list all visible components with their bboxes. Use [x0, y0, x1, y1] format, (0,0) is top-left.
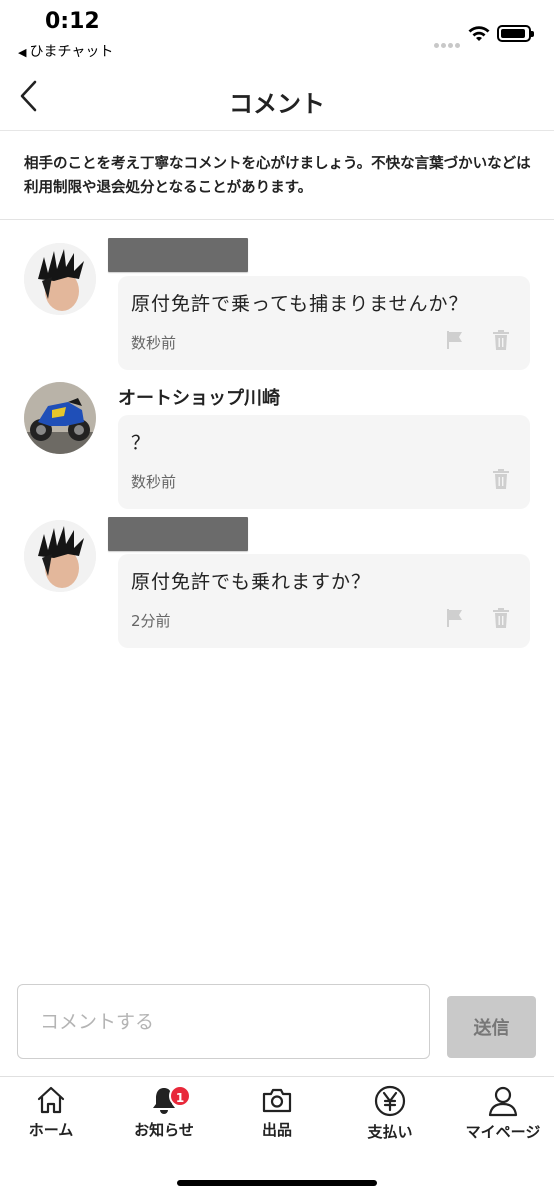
- home-icon: [37, 1086, 65, 1114]
- avatar[interactable]: [24, 520, 96, 592]
- wifi-icon: [468, 26, 490, 41]
- tab-mypage[interactable]: マイページ: [448, 1085, 554, 1145]
- avatar-face-image: [24, 520, 96, 592]
- back-app-label: ひまチャット: [29, 44, 114, 60]
- status-bar: 0:12 ◀ ひまチャット: [0, 0, 554, 64]
- send-button[interactable]: 送信: [447, 996, 536, 1058]
- author-name-redacted: [108, 517, 248, 551]
- header: コメント: [0, 64, 554, 131]
- comment-bubble: 原付免許で乗っても捕まりませんか？ 数秒前: [118, 276, 530, 370]
- trash-icon[interactable]: [490, 329, 512, 351]
- author-name-redacted: [108, 238, 248, 272]
- person-icon: [488, 1086, 518, 1117]
- avatar-face-image: [24, 243, 96, 315]
- tab-label: 出品: [261, 1121, 292, 1139]
- comment-time: 数秒前: [131, 334, 177, 352]
- comment-bubble: 原付免許でも乗れますか？ 2分前: [118, 554, 530, 648]
- page-title: コメント: [229, 90, 325, 118]
- comment-input[interactable]: [17, 984, 430, 1059]
- tab-notifications[interactable]: 1 お知らせ: [109, 1085, 219, 1145]
- back-triangle-icon: ◀: [18, 46, 27, 59]
- avatar[interactable]: [24, 243, 96, 315]
- comment-time: 2分前: [131, 612, 171, 630]
- back-to-app-link[interactable]: ◀ ひまチャット: [18, 41, 113, 61]
- flag-icon[interactable]: [444, 329, 466, 351]
- comment-text: 原付免許でも乗れますか？: [131, 571, 372, 593]
- flag-icon[interactable]: [444, 607, 466, 629]
- comment-text: 原付免許で乗っても捕まりませんか？: [131, 293, 469, 315]
- tab-payment[interactable]: 支払い: [335, 1085, 445, 1145]
- trash-icon[interactable]: [490, 607, 512, 629]
- comment-time: 数秒前: [131, 473, 177, 491]
- yen-icon: [374, 1085, 406, 1117]
- comment-bubble: ？ 数秒前: [118, 415, 530, 509]
- trash-icon[interactable]: [490, 468, 512, 490]
- status-time: 0:12: [45, 9, 100, 34]
- tab-label: ホーム: [28, 1121, 74, 1139]
- camera-icon: [262, 1088, 292, 1113]
- tab-label: 支払い: [367, 1123, 413, 1141]
- avatar-motorcycle-image: [24, 382, 96, 454]
- author-name: オートショップ川崎: [118, 388, 280, 409]
- tab-sell[interactable]: 出品: [222, 1085, 332, 1145]
- divider: [0, 219, 554, 220]
- tab-home[interactable]: ホーム: [0, 1085, 106, 1145]
- tab-label: マイページ: [465, 1123, 541, 1141]
- home-indicator: [177, 1180, 377, 1186]
- cellular-signal-icon: [434, 33, 464, 48]
- notification-badge: 1: [169, 1085, 191, 1107]
- battery-icon: [497, 25, 534, 42]
- comment-text: ？: [131, 432, 152, 454]
- avatar[interactable]: [24, 382, 96, 454]
- comment-guideline-notice: 相手のことを考え丁寧なコメントを心がけましょう。不快な言葉づかいなどは利用制限や…: [24, 156, 531, 196]
- tab-label: お知らせ: [134, 1121, 194, 1139]
